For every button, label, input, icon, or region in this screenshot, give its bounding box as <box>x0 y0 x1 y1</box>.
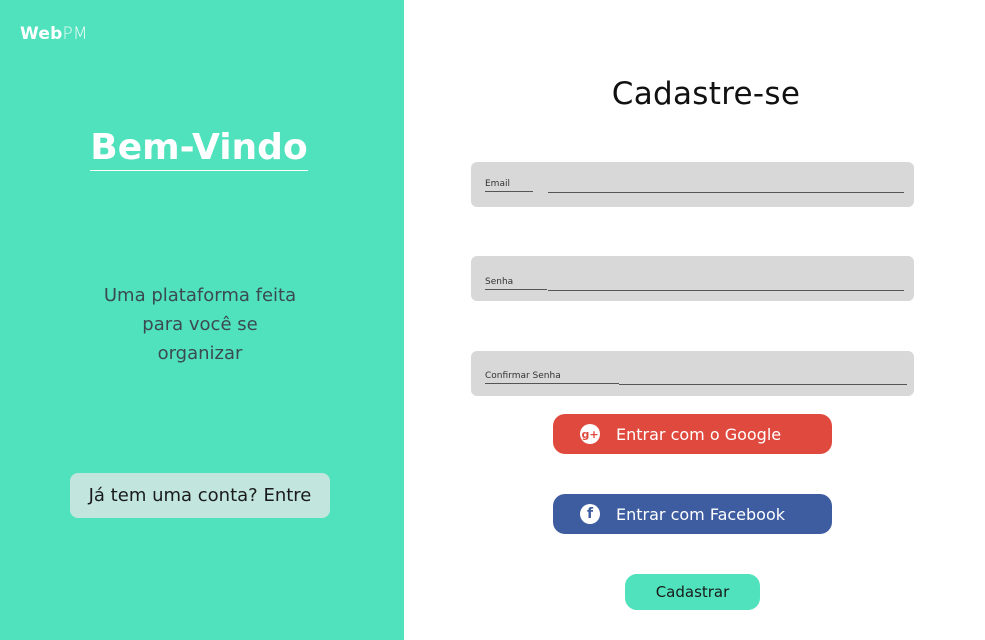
logo: WebPM <box>20 24 88 44</box>
tagline: Uma plataforma feita para você se organi… <box>60 281 340 368</box>
facebook-login-button[interactable]: f Entrar com Facebook <box>553 494 832 534</box>
welcome-panel: WebPM Bem-Vindo Uma plataforma feita par… <box>0 0 404 640</box>
facebook-icon: f <box>580 504 600 524</box>
welcome-heading-wrap: Bem-Vindo <box>0 126 398 171</box>
tagline-line-1: Uma plataforma feita <box>103 285 297 306</box>
logo-light: PM <box>62 24 88 44</box>
facebook-button-label: Entrar com Facebook <box>616 504 786 524</box>
form-title: Cadastre-se <box>611 76 801 112</box>
register-button[interactable]: Cadastrar <box>625 574 760 610</box>
email-input[interactable] <box>471 162 914 207</box>
login-button[interactable]: Já tem uma conta? Entre <box>70 473 330 518</box>
google-button-label: Entrar com o Google <box>616 424 782 444</box>
google-login-button[interactable]: g+ Entrar com o Google <box>553 414 832 454</box>
google-plus-icon: g+ <box>580 424 600 444</box>
tagline-line-2: para você se <box>142 314 258 335</box>
signup-page: WebPM Bem-Vindo Uma plataforma feita par… <box>0 0 985 640</box>
tagline-line-3: organizar <box>157 343 243 364</box>
welcome-heading: Bem-Vindo <box>90 126 308 171</box>
confirm-password-field[interactable]: Confirmar Senha <box>471 351 914 396</box>
password-input[interactable] <box>471 256 914 301</box>
email-field[interactable]: Email <box>471 162 914 207</box>
logo-bold: Web <box>20 24 63 44</box>
confirm-password-input[interactable] <box>471 351 914 396</box>
password-field[interactable]: Senha <box>471 256 914 301</box>
